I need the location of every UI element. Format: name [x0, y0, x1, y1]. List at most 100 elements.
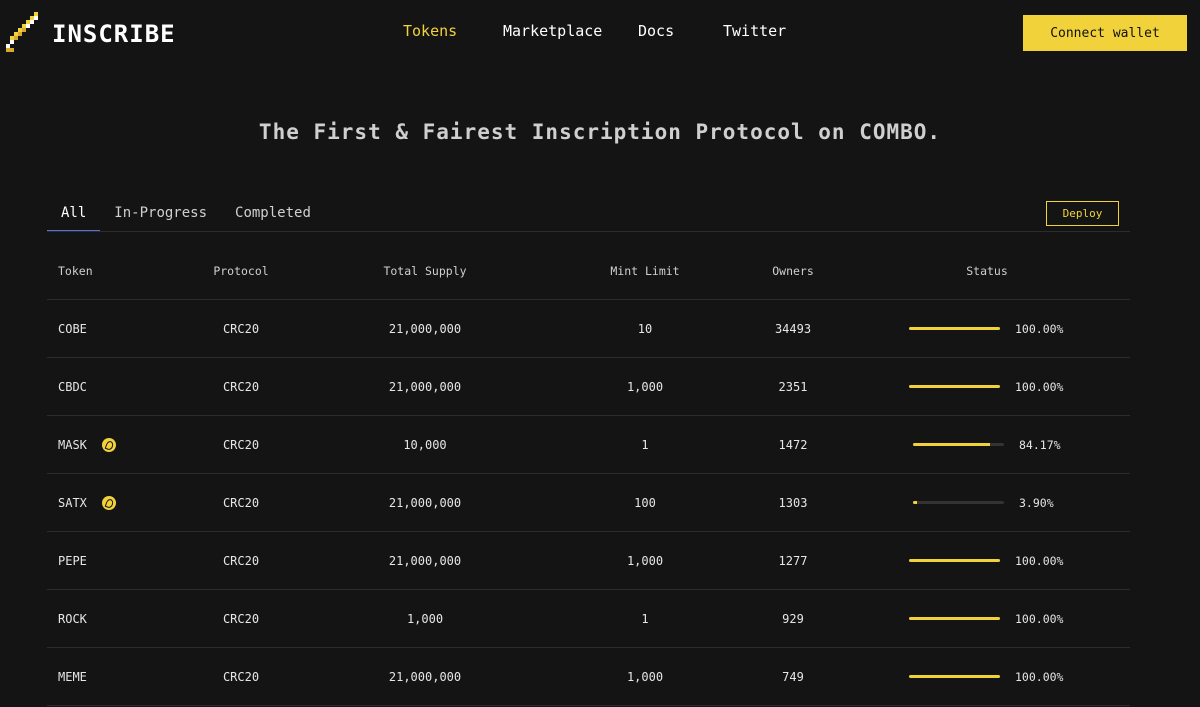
supply-cell: 21,000,000 [388, 495, 462, 510]
protocol-cell: CRC20 [222, 379, 260, 394]
protocol-cell: CRC20 [222, 495, 260, 510]
col-status[interactable]: Status [937, 242, 1037, 299]
table-row[interactable]: COBE CRC20 21,000,000 10 34493 100.00% [47, 300, 1130, 358]
mint-limit-cell: 1,000 [626, 379, 664, 394]
tokens-table: Token Protocol Total Supply Mint Limit O… [47, 242, 1130, 706]
status-cell: 100.00% [909, 358, 1063, 415]
token-name: PEPE [58, 553, 87, 568]
progress-percent: 100.00% [1015, 379, 1064, 394]
status-cell: 3.90% [913, 474, 1054, 531]
progress-percent: 100.00% [1015, 321, 1064, 336]
progress-fill [909, 559, 1000, 562]
progress-bar [909, 617, 1000, 620]
protocol-cell: CRC20 [222, 321, 260, 336]
col-protocol[interactable]: Protocol [213, 242, 268, 299]
col-mint-limit[interactable]: Mint Limit [595, 242, 695, 299]
progress-percent: 100.00% [1015, 553, 1064, 568]
progress-fill [913, 501, 917, 504]
token-cell: MASK [58, 416, 116, 473]
progress-percent: 84.17% [1019, 437, 1061, 452]
supply-cell: 1,000 [406, 611, 444, 626]
token-name: SATX [58, 495, 87, 510]
supply-cell: 21,000,000 [388, 321, 462, 336]
token-name: COBE [58, 321, 87, 336]
main-nav: Tokens Marketplace Docs Twitter [0, 22, 1200, 44]
protocol-cell: CRC20 [222, 669, 260, 684]
nav-marketplace[interactable]: Marketplace [503, 22, 602, 40]
token-name: MASK [58, 437, 87, 452]
token-cell: COBE [58, 300, 87, 357]
owners-cell: 1303 [778, 495, 808, 510]
col-owners[interactable]: Owners [743, 242, 843, 299]
connect-wallet-button[interactable]: Connect wallet [1023, 15, 1187, 51]
table-row[interactable]: ROCK CRC20 1,000 1 929 100.00% [47, 590, 1130, 648]
status-cell: 84.17% [913, 416, 1061, 473]
supply-cell: 21,000,000 [388, 379, 462, 394]
token-name: CBDC [58, 379, 87, 394]
filter-tabs: All In-Progress Completed [47, 196, 325, 232]
status-cell: 100.00% [909, 590, 1063, 647]
tab-in-progress[interactable]: In-Progress [100, 196, 221, 232]
owners-cell: 1472 [778, 437, 808, 452]
owners-cell: 1277 [778, 553, 808, 568]
progress-fill [909, 385, 1000, 388]
progress-fill [909, 327, 1000, 330]
token-cell: PEPE [58, 532, 87, 589]
owners-cell: 929 [782, 611, 804, 626]
owners-cell: 34493 [774, 321, 812, 336]
progress-percent: 100.00% [1015, 669, 1064, 684]
col-token[interactable]: Token [58, 242, 93, 299]
table-row[interactable]: SATX CRC20 21,000,000 100 1303 3.90% [47, 474, 1130, 532]
nav-twitter[interactable]: Twitter [723, 22, 786, 40]
progress-fill [909, 675, 1000, 678]
protocol-cell: CRC20 [222, 611, 260, 626]
mint-limit-cell: 1 [641, 437, 649, 452]
token-cell: MEME [58, 648, 87, 705]
progress-bar [909, 675, 1000, 678]
progress-fill [913, 443, 990, 446]
progress-bar [909, 327, 1000, 330]
mint-limit-cell: 1 [641, 611, 649, 626]
token-cell: CBDC [58, 358, 87, 415]
status-cell: 100.00% [909, 300, 1063, 357]
owners-cell: 749 [782, 669, 804, 684]
protocol-cell: CRC20 [222, 437, 260, 452]
deploy-button[interactable]: Deploy [1046, 201, 1119, 226]
protocol-cell: CRC20 [222, 553, 260, 568]
table-body: COBE CRC20 21,000,000 10 34493 100.00% CBDC CRC… [47, 300, 1130, 706]
table-row[interactable]: MASK CRC20 10,000 1 1472 84.17% [47, 416, 1130, 474]
mint-limit-cell: 100 [634, 495, 656, 510]
owners-cell: 2351 [778, 379, 808, 394]
mint-limit-cell: 10 [637, 321, 653, 336]
token-name: ROCK [58, 611, 87, 626]
token-name: MEME [58, 669, 87, 684]
progress-bar [909, 559, 1000, 562]
progress-percent: 3.90% [1019, 495, 1054, 510]
progress-bar [913, 443, 1004, 446]
table-header: Token Protocol Total Supply Mint Limit O… [47, 242, 1130, 300]
supply-cell: 21,000,000 [388, 553, 462, 568]
token-cell: ROCK [58, 590, 87, 647]
progress-fill [909, 617, 1000, 620]
tab-all[interactable]: All [47, 196, 101, 232]
mint-limit-cell: 1,000 [626, 669, 664, 684]
hero-title: The First & Fairest Inscription Protocol… [258, 120, 942, 144]
progress-bar [909, 385, 1000, 388]
supply-cell: 10,000 [403, 437, 447, 452]
table-row[interactable]: PEPE CRC20 21,000,000 1,000 1277 100.00% [47, 532, 1130, 590]
progress-bar [913, 501, 1004, 504]
status-cell: 100.00% [909, 532, 1063, 589]
status-cell: 100.00% [909, 648, 1063, 705]
col-total-supply[interactable]: Total Supply [375, 242, 475, 299]
supply-cell: 21,000,000 [388, 669, 462, 684]
coin-icon [101, 437, 116, 452]
tabs-divider [47, 231, 1130, 232]
progress-percent: 100.00% [1015, 611, 1064, 626]
nav-docs[interactable]: Docs [638, 22, 674, 40]
table-row[interactable]: CBDC CRC20 21,000,000 1,000 2351 100.00% [47, 358, 1130, 416]
mint-limit-cell: 1,000 [626, 553, 664, 568]
table-row[interactable]: MEME CRC20 21,000,000 1,000 749 100.00% [47, 648, 1130, 706]
nav-tokens[interactable]: Tokens [403, 22, 457, 40]
tab-completed[interactable]: Completed [221, 196, 325, 232]
coin-icon [101, 495, 116, 510]
